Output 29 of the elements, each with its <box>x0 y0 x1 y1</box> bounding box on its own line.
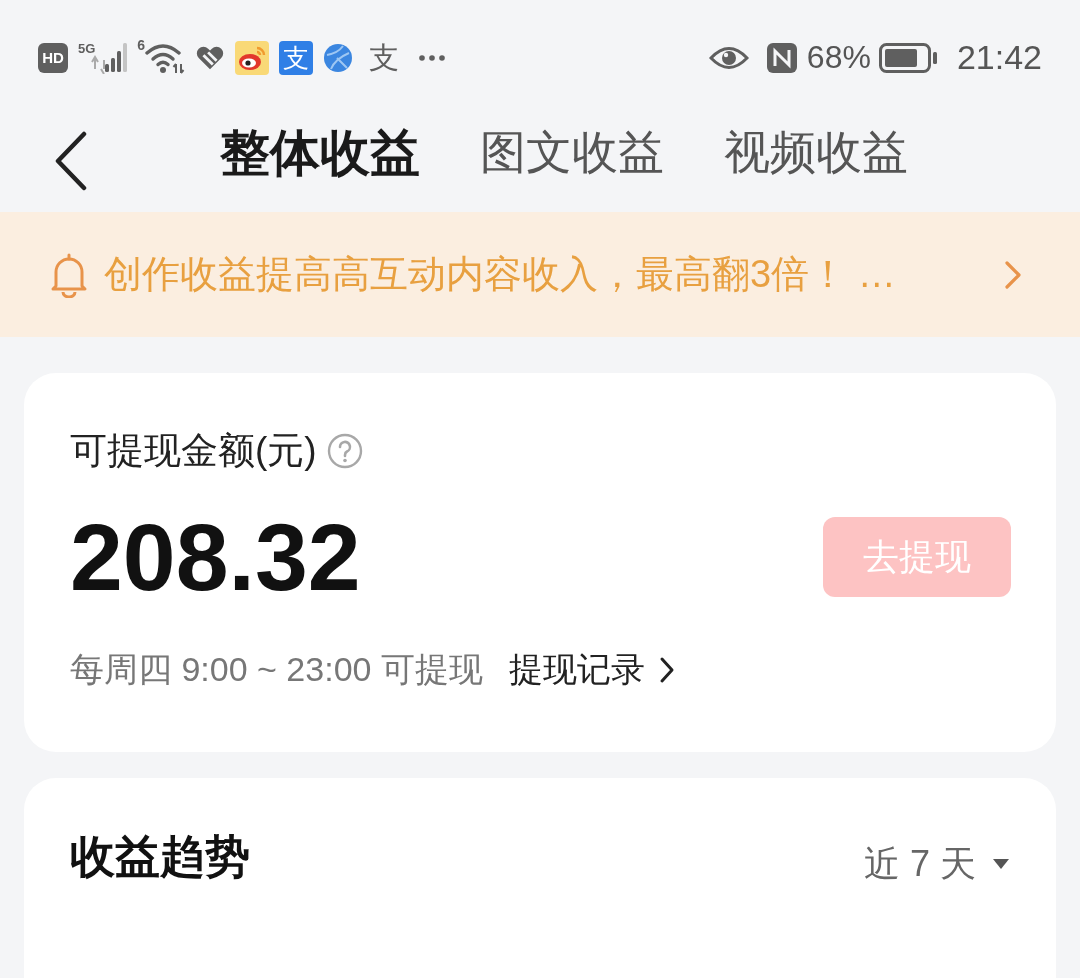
battery-percent: 68% <box>806 39 871 76</box>
nfc-icon <box>766 42 797 73</box>
tab[interactable]: 图文收益 <box>480 124 664 181</box>
withdraw-history-link[interactable]: 提现记录 <box>508 647 675 693</box>
trend-title: 收益趋势 <box>70 830 250 884</box>
balance-amount: 208.32 <box>70 509 361 605</box>
battery-icon <box>878 42 937 73</box>
network-type: 5G <box>78 41 96 56</box>
back-icon[interactable] <box>54 130 88 191</box>
tab[interactable]: 视频收益 <box>724 124 908 181</box>
more-icon <box>419 54 446 61</box>
app-tile: 支 <box>279 40 314 75</box>
chevron-right-icon <box>658 656 675 684</box>
app-glyph: 支 <box>369 42 400 73</box>
chevron-right-icon <box>1004 259 1022 290</box>
wifi-icon <box>145 41 186 74</box>
app-logo-icon <box>235 40 270 75</box>
notice-text: 创作收益提高高互动内容收入，最高翻3倍！ … <box>104 252 897 297</box>
balance-label: 可提现金额(元) <box>70 429 317 473</box>
eye-icon <box>708 44 749 71</box>
range-dropdown[interactable]: 近 7 天 <box>863 839 1010 889</box>
wifi-generation: 6 <box>137 37 146 52</box>
globe-icon <box>323 42 354 73</box>
clock-time: 21:42 <box>956 38 1042 77</box>
tab[interactable]: 整体收益 <box>220 122 420 183</box>
hd-badge: HD <box>38 42 68 73</box>
bell-icon <box>50 251 88 298</box>
withdraw-schedule: 每周四 9:00 ~ 23:00 可提现 <box>70 649 483 690</box>
caret-down-icon <box>992 858 1010 870</box>
